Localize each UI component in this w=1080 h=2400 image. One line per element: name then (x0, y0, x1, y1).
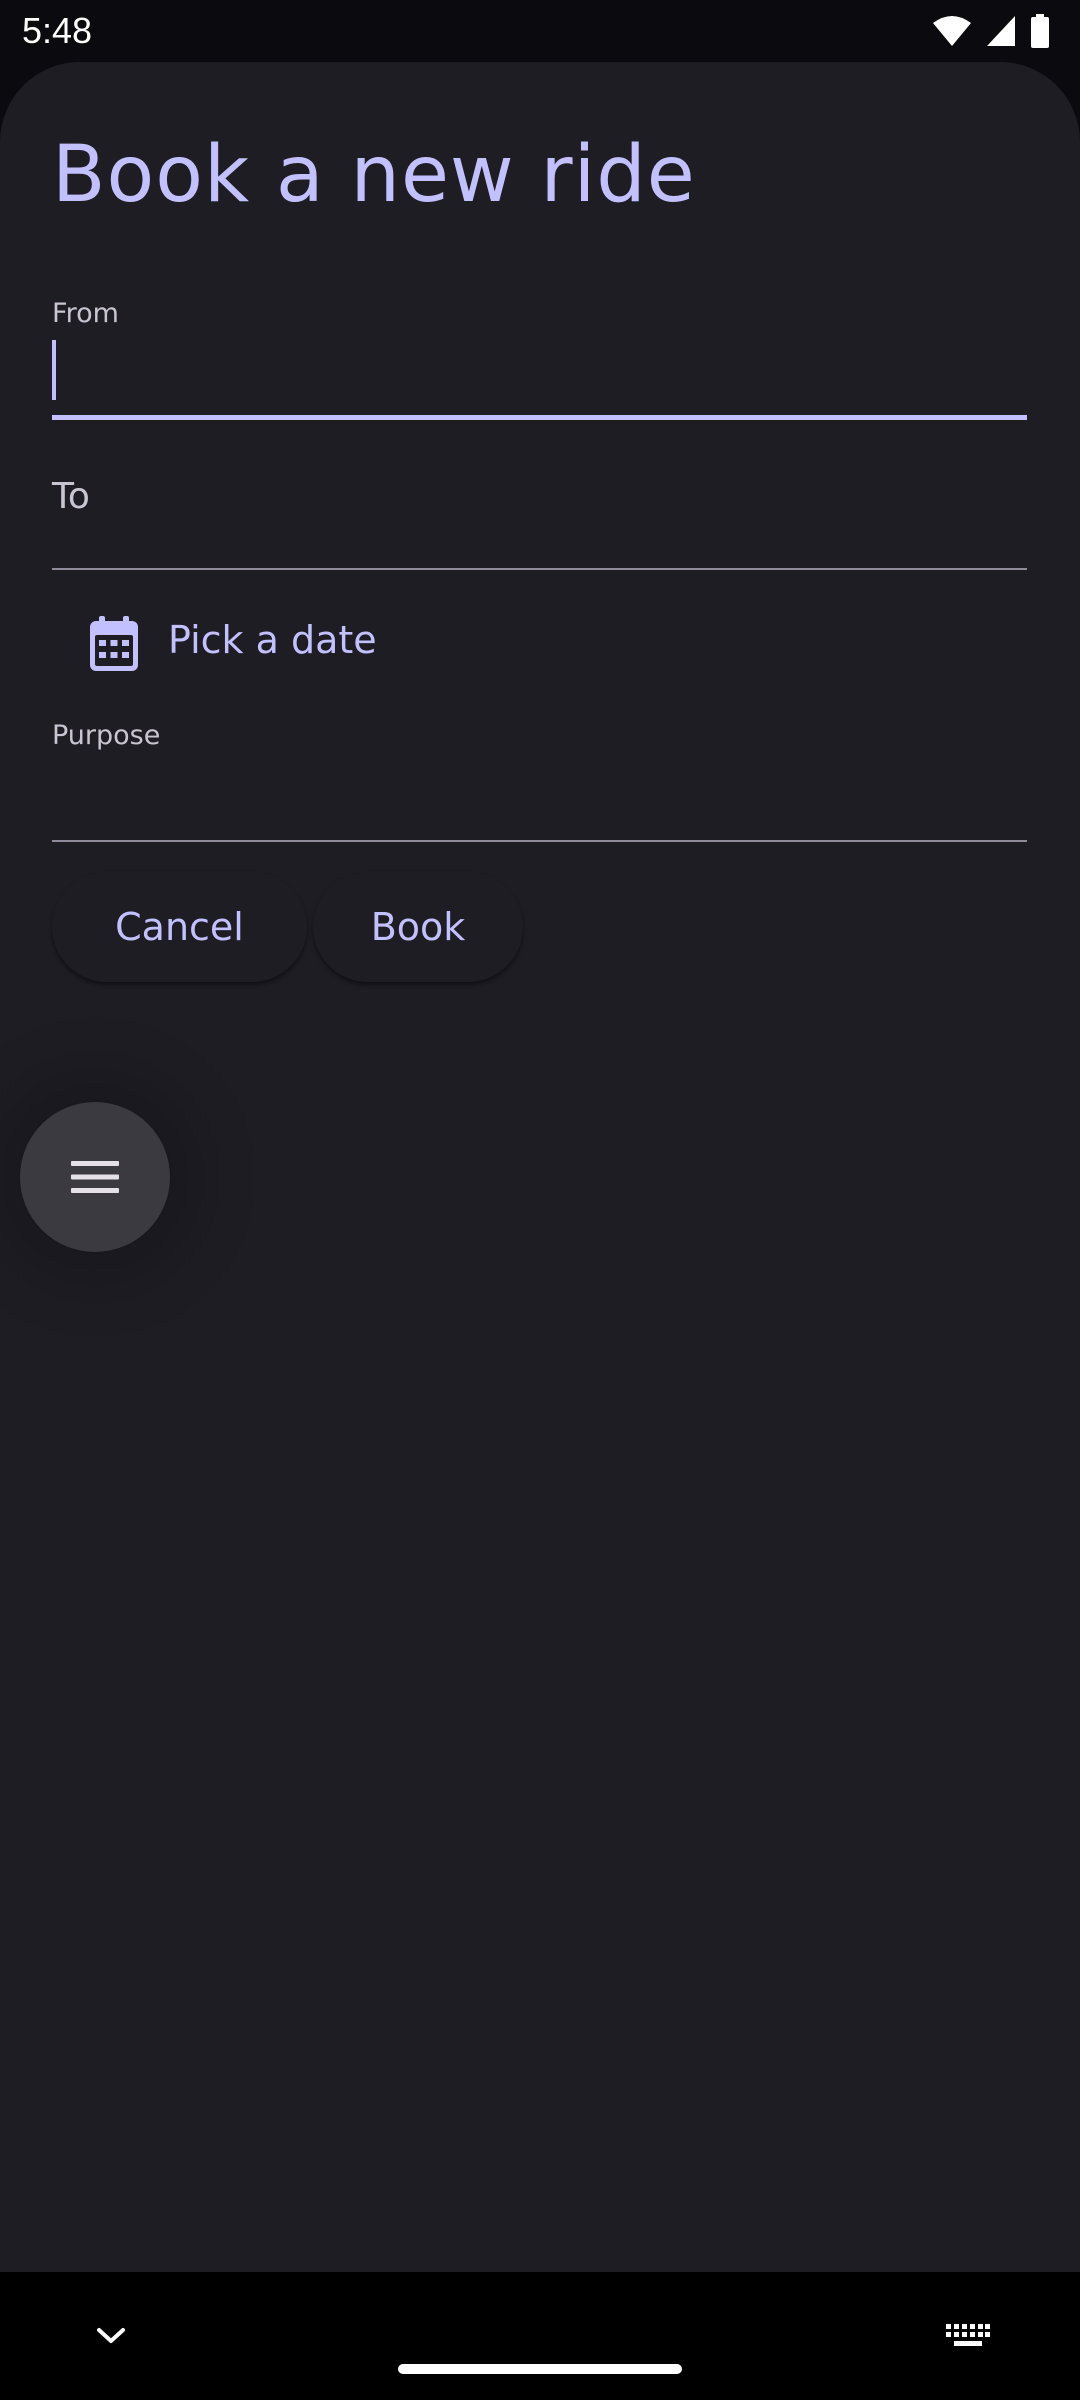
status-bar: 5:48 (0, 0, 1080, 62)
menu-fab[interactable] (20, 1102, 170, 1252)
pick-date-label: Pick a date (168, 618, 377, 662)
to-field[interactable]: To (52, 462, 1027, 572)
pick-date-button[interactable]: Pick a date (52, 592, 652, 692)
calendar-icon (90, 616, 138, 671)
from-field[interactable]: From (52, 298, 1027, 488)
booking-sheet: Book a new ride From To Pick a date Purp… (0, 62, 1080, 2272)
home-indicator[interactable] (398, 2364, 682, 2374)
cellular-signal-icon (987, 16, 1015, 46)
status-time: 5:48 (22, 10, 93, 51)
keyboard-icon[interactable] (946, 2324, 990, 2348)
from-field-underline (52, 415, 1027, 420)
from-input[interactable] (52, 340, 1027, 400)
to-field-underline (52, 568, 1027, 570)
page-title: Book a new ride (52, 130, 696, 220)
purpose-field[interactable]: Purpose (52, 720, 1027, 850)
cancel-button[interactable]: Cancel (52, 872, 307, 982)
status-icons (932, 14, 1050, 48)
chevron-down-icon[interactable] (96, 2326, 126, 2346)
purpose-field-underline (52, 840, 1027, 842)
purpose-input[interactable] (52, 762, 1027, 822)
wifi-icon (933, 16, 971, 46)
battery-icon (1031, 14, 1049, 48)
to-input[interactable] (52, 476, 1027, 536)
from-field-label: From (52, 298, 119, 329)
menu-icon (71, 1161, 119, 1193)
book-button[interactable]: Book (313, 872, 523, 982)
system-nav-bar (0, 2272, 1080, 2400)
purpose-field-label: Purpose (52, 720, 161, 751)
screen: 5:48 Book a new ride From To Pick a date… (0, 0, 1080, 2400)
